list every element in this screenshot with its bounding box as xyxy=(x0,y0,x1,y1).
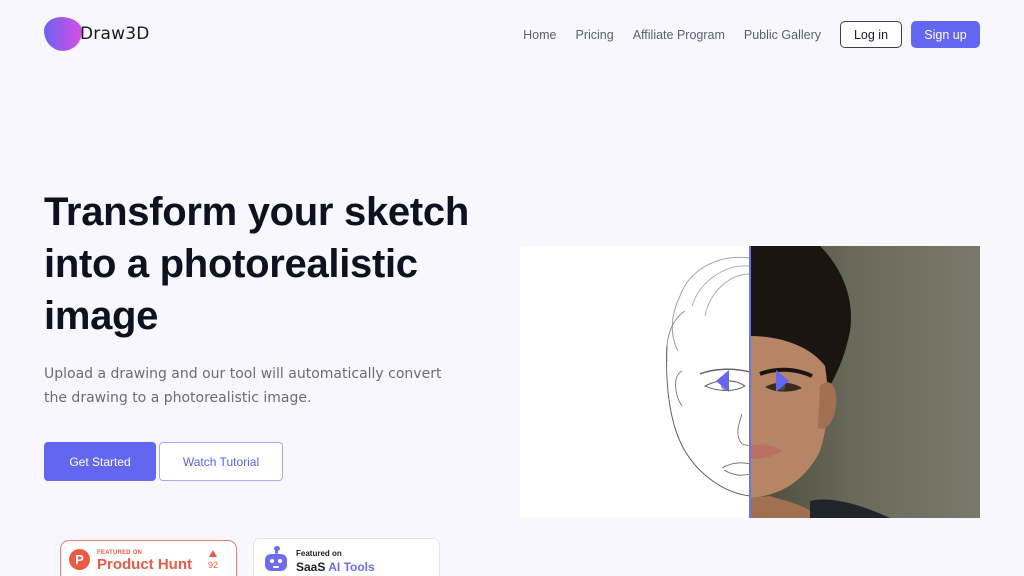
robot-icon xyxy=(264,546,288,574)
brand-name: Draw3D xyxy=(80,24,150,44)
hero-title: Transform your sketch into a photorealis… xyxy=(44,190,469,338)
login-button[interactable]: Log in xyxy=(840,21,902,48)
upvote-count: 92 xyxy=(208,560,219,570)
product-hunt-logo-icon: P xyxy=(69,549,90,570)
sketch-face-lines xyxy=(666,256,751,497)
before-after-comparison[interactable] xyxy=(520,246,980,518)
slider-arrow-left-icon[interactable] xyxy=(716,370,729,392)
saas-name-prefix: SaaS xyxy=(296,560,326,574)
nav-link-affiliate-program[interactable]: Affiliate Program xyxy=(633,28,725,42)
upvote-icon xyxy=(209,550,217,557)
saas-name: SaaS AI Tools xyxy=(296,559,375,575)
get-started-button[interactable]: Get Started xyxy=(44,442,156,481)
logo-blob-icon xyxy=(44,17,82,51)
comparison-slider-handle[interactable] xyxy=(749,246,751,518)
product-hunt-badge[interactable]: P FEATURED ON Product Hunt 92 xyxy=(60,540,237,576)
product-hunt-name: Product Hunt xyxy=(97,556,192,573)
nav-link-pricing[interactable]: Pricing xyxy=(575,28,613,42)
brand-logo[interactable]: Draw3D xyxy=(44,17,150,51)
hero-subtitle: Upload a drawing and our tool will autom… xyxy=(44,366,442,406)
photo-face xyxy=(750,246,890,518)
saas-featured-label: Featured on xyxy=(296,549,342,558)
slider-arrow-right-icon[interactable] xyxy=(776,370,789,392)
main-nav: Home Pricing Affiliate Program Public Ga… xyxy=(523,21,980,48)
signup-button[interactable]: Sign up xyxy=(911,21,980,48)
nav-link-home[interactable]: Home xyxy=(523,28,556,42)
saas-name-accent: AI Tools xyxy=(328,560,375,574)
nav-link-public-gallery[interactable]: Public Gallery xyxy=(744,28,821,42)
saas-ai-tools-badge[interactable]: Featured on SaaS AI Tools xyxy=(253,538,440,576)
watch-tutorial-button[interactable]: Watch Tutorial xyxy=(159,442,283,481)
